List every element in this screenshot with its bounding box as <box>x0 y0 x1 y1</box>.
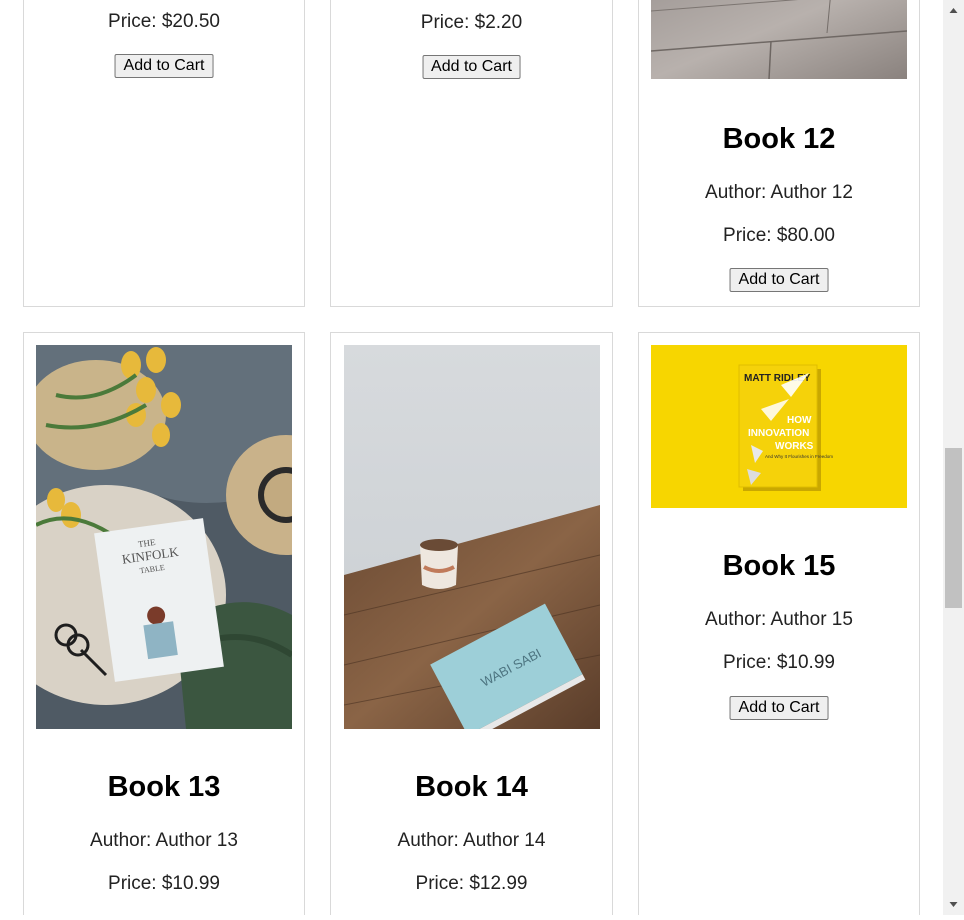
how-innovation-works-cover: MATT RIDLEY HOW INNOVATION WORKS And Why… <box>651 345 907 508</box>
wabi-sabi-book-photo: WABI SABI <box>344 345 600 729</box>
book-author: Author: Author 15 <box>705 609 853 630</box>
vertical-scrollbar[interactable] <box>943 0 964 915</box>
product-grid: Price: $20.50 Add to Cart Price: $2.20 A… <box>0 0 943 915</box>
scroll-up-arrow-icon[interactable] <box>943 0 964 21</box>
scrollbar-thumb[interactable] <box>945 448 962 608</box>
cover-text: INNOVATION <box>748 428 809 439</box>
book-price: Price: $80.00 <box>723 225 835 246</box>
book-price: Price: $12.99 <box>415 873 528 894</box>
book-card: Book 12 Author: Author 12 Price: $80.00 … <box>638 0 920 307</box>
book-title: Book 15 <box>722 550 836 582</box>
cover-text: HOW <box>787 415 812 426</box>
book-price: Price: $10.99 <box>108 873 220 894</box>
add-to-cart-button[interactable]: Add to Cart <box>422 55 521 79</box>
book-price: Price: $10.99 <box>723 652 835 673</box>
book-cover-image: MATT RIDLEY HOW INNOVATION WORKS And Why… <box>651 345 907 508</box>
wood-floor-image <box>651 0 907 79</box>
book-card: THE KINFOLK TABLE Book 13 Author: Author… <box>23 332 305 915</box>
book-title: Book 12 <box>722 123 836 155</box>
book-cover-image: WABI SABI <box>344 345 600 729</box>
book-card: MATT RIDLEY HOW INNOVATION WORKS And Why… <box>638 332 920 915</box>
book-author: Author: Author 12 <box>705 182 853 203</box>
book-title: Book 14 <box>415 771 528 803</box>
cover-text: WORKS <box>775 441 814 452</box>
book-card: Price: $20.50 Add to Cart <box>23 0 305 307</box>
book-price: Price: $20.50 <box>108 11 220 32</box>
scroll-down-arrow-icon[interactable] <box>943 894 964 915</box>
add-to-cart-button[interactable]: Add to Cart <box>114 54 214 78</box>
book-author: Author: Author 13 <box>90 830 238 851</box>
kinfolk-book-photo: THE KINFOLK TABLE <box>36 345 292 729</box>
book-cover-image <box>651 0 907 79</box>
cover-text: And Why It Flourishes in Freedom <box>765 454 833 459</box>
add-to-cart-button[interactable]: Add to Cart <box>729 696 829 720</box>
add-to-cart-button[interactable]: Add to Cart <box>729 268 829 292</box>
book-card: WABI SABI Book 14 Author: Author 14 Pric… <box>330 332 613 915</box>
book-title: Book 13 <box>107 771 221 803</box>
book-author: Author: Author 14 <box>397 830 546 851</box>
book-cover-image: THE KINFOLK TABLE <box>36 345 292 729</box>
book-price: Price: $2.20 <box>420 12 523 33</box>
book-card: Price: $2.20 Add to Cart <box>330 0 613 307</box>
